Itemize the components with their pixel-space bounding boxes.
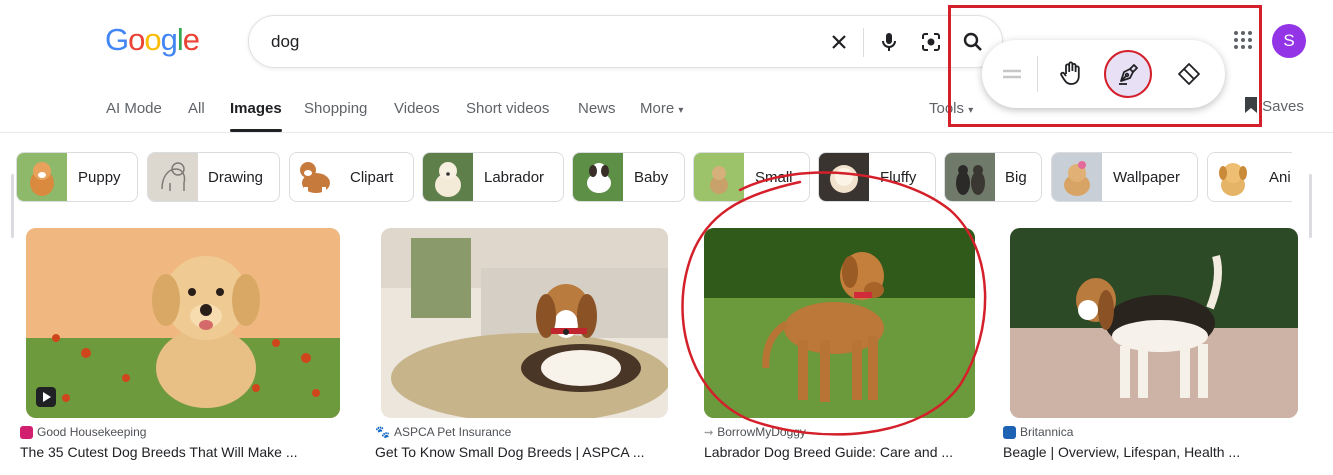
chip-labrador[interactable]: Labrador — [422, 152, 564, 202]
eraser-tool-icon[interactable] — [1165, 50, 1213, 98]
tab-all[interactable]: All — [188, 100, 205, 117]
image-result[interactable] — [704, 228, 975, 418]
chip-drawing[interactable]: Drawing — [147, 152, 280, 202]
logo-letter: o — [128, 22, 145, 57]
image-result[interactable] — [1010, 228, 1298, 418]
result-title[interactable]: Beagle | Overview, Lifespan, Health ... — [1003, 444, 1240, 460]
search-box[interactable]: dog — [248, 15, 1003, 68]
chip-small[interactable]: Small — [693, 152, 810, 202]
result-source[interactable]: 🐾 ASPCA Pet Insurance — [375, 425, 511, 439]
source-name: Good Housekeeping — [37, 425, 147, 439]
result-title[interactable]: Get To Know Small Dog Breeds | ASPCA ... — [375, 444, 645, 460]
result-source[interactable]: ⇝ BorrowMyDoggy — [704, 425, 806, 439]
chip-label: Small — [755, 169, 793, 186]
chip-label: Baby — [634, 169, 669, 186]
source-name: BorrowMyDoggy — [717, 425, 806, 439]
chip-label: Drawing — [208, 169, 264, 186]
chip-thumbnail — [694, 153, 744, 201]
chip-fluffy[interactable]: Fluffy — [818, 152, 936, 202]
chip-thumbnail — [819, 153, 869, 201]
chip-thumbnail — [148, 153, 198, 201]
chip-label: Puppy — [78, 169, 121, 186]
result-source[interactable]: Good Housekeeping — [20, 425, 146, 439]
result-image-beagle-rug — [381, 228, 668, 418]
result-source[interactable]: Britannica — [1003, 425, 1073, 439]
chip-puppy[interactable]: Puppy — [16, 152, 138, 202]
chip-big[interactable]: Big — [944, 152, 1042, 202]
source-name: Britannica — [1020, 425, 1074, 439]
result-image-beagle-standing — [1010, 228, 1298, 418]
chip-clipart[interactable]: Clipart — [289, 152, 414, 202]
result-image-labrador-field — [704, 228, 975, 418]
tab-ai-mode[interactable]: AI Mode — [106, 100, 162, 117]
clear-icon[interactable] — [827, 30, 851, 54]
chip-wallpaper[interactable]: Wallpaper — [1051, 152, 1198, 202]
chip-thumbnail — [290, 153, 340, 201]
hand-tool-icon[interactable] — [1047, 50, 1095, 98]
chip-thumbnail — [423, 153, 473, 201]
chip-thumbnail — [945, 153, 995, 201]
microphone-icon[interactable] — [877, 30, 901, 54]
video-badge-icon — [36, 387, 56, 407]
source-name: ASPCA Pet Insurance — [393, 425, 512, 439]
tab-more-label: More — [640, 100, 675, 117]
good-housekeeping-favicon — [20, 425, 33, 439]
divider — [0, 132, 1333, 133]
scroll-indicator — [11, 174, 14, 238]
google-logo[interactable]: Google — [105, 22, 200, 58]
chip-label: Clipart — [350, 169, 394, 186]
divider — [863, 28, 864, 57]
scroll-indicator — [1309, 174, 1312, 238]
chip-thumbnail — [1208, 153, 1258, 201]
result-image-golden-puppy — [26, 228, 340, 418]
account-avatar[interactable]: S — [1272, 24, 1306, 58]
annotation-toolbar — [982, 40, 1225, 108]
chip-animated[interactable]: Ani — [1207, 152, 1292, 202]
chip-thumbnail — [573, 153, 623, 201]
tab-images[interactable]: Images — [230, 100, 282, 132]
logo-letter: e — [182, 22, 200, 57]
chevron-down-icon: ▾ — [678, 105, 684, 116]
result-title[interactable]: Labrador Dog Breed Guide: Care and ... — [704, 444, 953, 460]
pen-tool-icon[interactable] — [1104, 50, 1152, 98]
tab-news[interactable]: News — [578, 100, 616, 117]
logo-letter: g — [160, 22, 178, 57]
chip-thumbnail — [1052, 153, 1102, 201]
tab-short-videos[interactable]: Short videos — [466, 100, 549, 117]
logo-letter: G — [105, 22, 129, 57]
chip-thumbnail — [17, 153, 67, 201]
chip-label: Big — [1005, 169, 1027, 186]
chip-baby[interactable]: Baby — [572, 152, 685, 202]
search-input[interactable]: dog — [271, 32, 299, 52]
divider — [1037, 56, 1038, 92]
chip-label: Ani — [1269, 169, 1291, 186]
image-result[interactable] — [26, 228, 340, 418]
paw-favicon: 🐾 — [375, 425, 390, 439]
result-title[interactable]: The 35 Cutest Dog Breeds That Will Make … — [20, 444, 298, 460]
related-searches-chips: Puppy Drawing Clipart Labrador Baby Smal… — [16, 152, 1292, 202]
tab-videos[interactable]: Videos — [394, 100, 440, 117]
tab-shopping[interactable]: Shopping — [304, 100, 367, 117]
lens-camera-icon[interactable] — [919, 30, 943, 54]
drag-handle-icon[interactable] — [988, 50, 1036, 98]
chip-label: Wallpaper — [1113, 169, 1180, 186]
britannica-favicon — [1003, 425, 1016, 439]
image-result[interactable] — [381, 228, 668, 418]
tab-more[interactable]: More ▾ — [640, 100, 683, 117]
chip-label: Fluffy — [880, 169, 917, 186]
borrowmydoggy-favicon: ⇝ — [704, 426, 714, 439]
saves-label: Saves — [1262, 98, 1304, 115]
chip-label: Labrador — [484, 169, 545, 186]
logo-letter: o — [144, 22, 161, 57]
search-results-page: Google dog S AI Mode All Images Shopping — [0, 0, 1333, 475]
